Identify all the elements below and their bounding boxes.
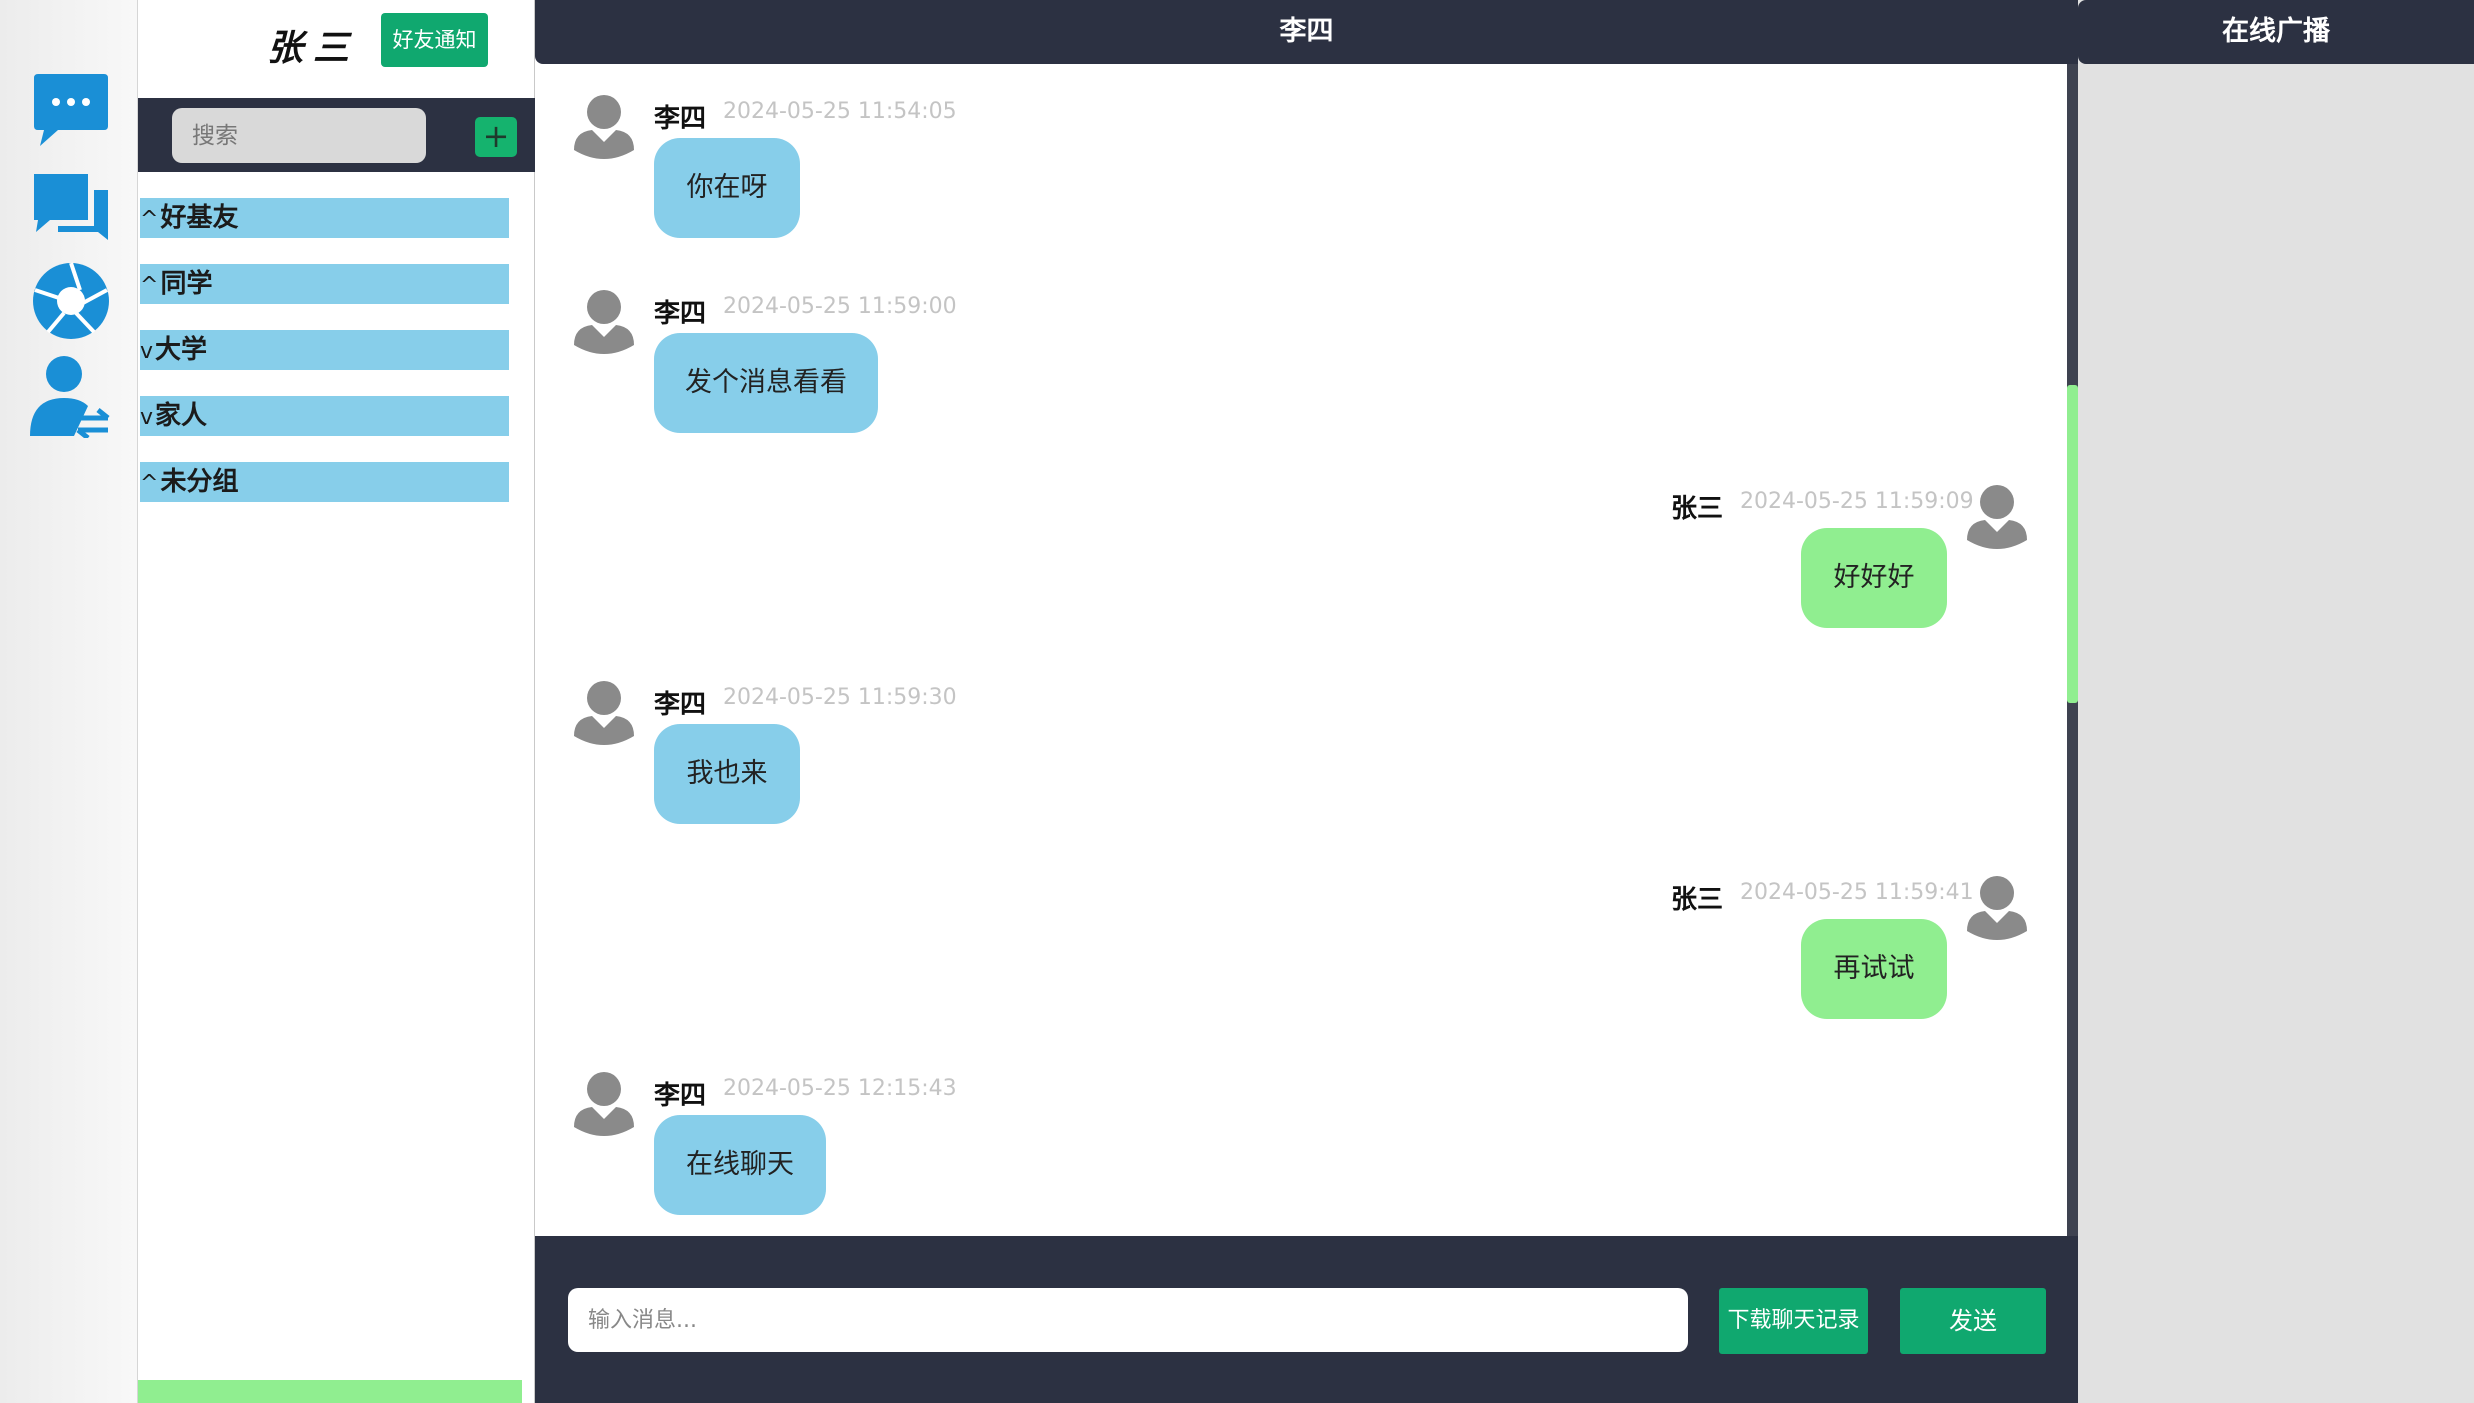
search-bar: + (138, 98, 535, 172)
broadcast-panel: 在线广播 (2078, 0, 2474, 1403)
icon-rail (0, 0, 138, 1403)
search-input[interactable] (172, 108, 426, 163)
group-label: 大学 (155, 335, 208, 365)
message-bubble: 再试试 (1801, 919, 1947, 1019)
group-item[interactable]: ^未分组 (140, 462, 509, 502)
message-scrollbar-thumb[interactable] (2067, 385, 2078, 703)
group-label: 家人 (155, 401, 208, 431)
aperture-icon[interactable] (28, 258, 114, 344)
avatar-icon (572, 289, 636, 355)
add-friend-button[interactable]: + (475, 117, 517, 157)
message-sender: 李四 (654, 104, 707, 134)
friends-panel: 张三 好友通知 + ^好基友 ^同学 v大学 v家人 ^未分组 (138, 0, 535, 1403)
group-item[interactable]: v家人 (140, 396, 509, 436)
message-sender: 张三 (1671, 494, 1724, 524)
chevron-up-icon: ^ (140, 207, 159, 232)
group-label: 未分组 (160, 467, 239, 497)
message-bubble: 我也来 (654, 724, 800, 824)
message-bubble: 好好好 (1801, 528, 1947, 628)
chat-bubble-icon[interactable] (28, 68, 114, 154)
group-label: 好基友 (160, 203, 239, 233)
avatar-icon (1965, 875, 2029, 941)
current-user-name: 张三 (266, 27, 359, 69)
download-history-button[interactable]: 下载聊天记录 (1719, 1288, 1868, 1354)
user-switch-icon[interactable] (28, 352, 114, 438)
avatar-icon (1965, 484, 2029, 550)
message-bubble: 在线聊天 (654, 1115, 826, 1215)
group-item[interactable]: ^同学 (140, 264, 509, 304)
chat-panel: 李四 李四 2024-05-25 11:54:05 你在呀 李四 2024-05… (535, 0, 2078, 1403)
send-button[interactable]: 发送 (1900, 1288, 2046, 1354)
message-bubble: 发个消息看看 (654, 333, 878, 433)
message-time: 2024-05-25 11:59:09 (1740, 489, 1974, 514)
conversations-icon[interactable] (28, 166, 114, 252)
chevron-down-icon: v (140, 339, 154, 364)
avatar-icon (572, 1071, 636, 1137)
avatar-icon (572, 94, 636, 160)
message-sender: 张三 (1671, 885, 1724, 915)
chat-title: 李四 (535, 0, 2078, 64)
message-time: 2024-05-25 12:15:43 (723, 1076, 957, 1101)
group-label: 同学 (160, 269, 213, 299)
message-time: 2024-05-25 11:59:41 (1740, 880, 1974, 905)
avatar-icon (572, 680, 636, 746)
chat-app: 张三 好友通知 + ^好基友 ^同学 v大学 v家人 ^未分组 李四 (0, 0, 2474, 1403)
friend-notification-button[interactable]: 好友通知 (381, 13, 488, 67)
message-list: 李四 2024-05-25 11:54:05 你在呀 李四 2024-05-25… (535, 64, 2067, 1236)
message-sender: 李四 (654, 690, 707, 720)
message-time: 2024-05-25 11:59:00 (723, 294, 957, 319)
message-sender: 李四 (654, 299, 707, 329)
message-composer: 下载聊天记录 发送 (535, 1236, 2078, 1403)
message-time: 2024-05-25 11:54:05 (723, 99, 957, 124)
group-item[interactable]: ^好基友 (140, 198, 509, 238)
chevron-up-icon: ^ (140, 471, 159, 496)
chevron-down-icon: v (140, 405, 154, 430)
message-time: 2024-05-25 11:59:30 (723, 685, 957, 710)
friends-header: 张三 好友通知 (138, 0, 535, 98)
chevron-up-icon: ^ (140, 273, 159, 298)
group-item[interactable]: v大学 (140, 330, 509, 370)
horizontal-scrollbar[interactable] (138, 1380, 522, 1403)
message-input[interactable] (568, 1288, 1688, 1352)
message-bubble: 你在呀 (654, 138, 800, 238)
message-sender: 李四 (654, 1081, 707, 1111)
broadcast-title: 在线广播 (2078, 0, 2474, 64)
